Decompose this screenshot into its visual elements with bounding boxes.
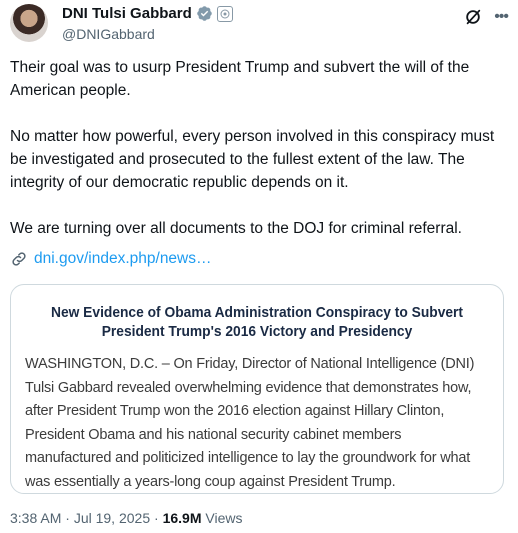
card-title: New Evidence of Obama Administration Con… [50, 304, 464, 340]
card-body: WASHINGTON, D.C. – On Friday, Director o… [25, 356, 475, 490]
verified-badge-icon [196, 6, 212, 21]
tweet-header: DNI Tulsi Gabbard @DNIGabbard ••• [10, 4, 509, 44]
tweet-link[interactable]: dni.gov/index.php/news… [10, 250, 212, 268]
link-icon [12, 252, 26, 266]
link-text[interactable]: dni.gov/index.php/news… [34, 250, 212, 268]
government-affiliation-icon[interactable] [216, 5, 233, 22]
views-count: 16.9M [162, 510, 202, 526]
tweet-meta: 3:38 AM · Jul 19, 2025 · 16.9M Views [10, 510, 242, 526]
tweet-time[interactable]: 3:38 AM [10, 510, 61, 526]
views-label: Views [201, 510, 243, 526]
tweet-paragraph: No matter how powerful, every person inv… [10, 128, 495, 191]
meta-separator: · [61, 510, 74, 526]
tweet-paragraph: We are turning over all documents to the… [10, 220, 462, 237]
author-handle[interactable]: @DNIGabbard [62, 26, 155, 42]
tweet-text: Their goal was to usurp President Trump … [10, 56, 506, 263]
link-preview-card[interactable]: New Evidence of Obama Administration Con… [10, 284, 504, 494]
tweet-paragraph: Their goal was to usurp President Trump … [10, 59, 470, 99]
avatar[interactable] [10, 4, 48, 42]
meta-separator: · [150, 510, 163, 526]
author-name[interactable]: DNI Tulsi Gabbard [62, 5, 192, 22]
author-name-row: DNI Tulsi Gabbard [62, 5, 233, 22]
tweet-date[interactable]: Jul 19, 2025 [74, 510, 150, 526]
more-options-icon[interactable]: ••• [494, 9, 509, 25]
grok-icon[interactable] [464, 8, 482, 26]
